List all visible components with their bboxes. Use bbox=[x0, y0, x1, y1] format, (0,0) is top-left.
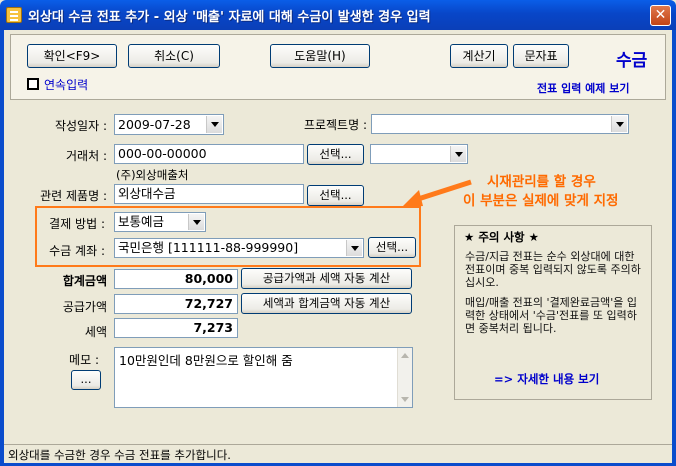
app-icon bbox=[6, 7, 22, 23]
date-value: 2009-07-28 bbox=[118, 117, 191, 132]
project-select[interactable] bbox=[371, 114, 629, 134]
date-dropdown-arrow-icon[interactable] bbox=[206, 116, 222, 133]
annotation-line-2: 이 부분은 실제에 맞게 지정 bbox=[463, 193, 619, 209]
client-extra-dropdown-arrow-icon[interactable] bbox=[450, 146, 466, 162]
account-label: 수금 계좌 : bbox=[49, 244, 105, 258]
product-select-button[interactable]: 선택... bbox=[307, 185, 364, 206]
client-label: 거래처 : bbox=[66, 149, 107, 163]
memo-textarea[interactable]: 10만원인데 8만원으로 할인해 줌 bbox=[114, 347, 413, 408]
notice-detail-link[interactable]: => 자세한 내용 보기 bbox=[494, 371, 599, 387]
notice-paragraph-1: 수금/지급 전표는 순수 외상대에 대한 전표이며 중복 입력되지 않도록 주의… bbox=[465, 250, 641, 289]
memo-label: 메모 : bbox=[69, 353, 99, 367]
continuous-input-label[interactable]: 연속입력 bbox=[44, 76, 88, 93]
cancel-button[interactable]: 취소(C) bbox=[128, 44, 220, 68]
client-select-button[interactable]: 선택... bbox=[307, 144, 364, 165]
date-label: 작성일자 : bbox=[54, 119, 107, 133]
total-auto-calc-button[interactable]: 공급가액과 세액 자동 계산 bbox=[241, 268, 412, 289]
scroll-down-arrow-icon[interactable] bbox=[401, 397, 409, 402]
close-button[interactable]: ✕ bbox=[650, 5, 671, 26]
account-select[interactable]: 국민은행 [111111-88-999990] bbox=[114, 238, 364, 258]
payment-method-dropdown-arrow-icon[interactable] bbox=[188, 214, 204, 230]
sms-button[interactable]: 문자표 bbox=[513, 44, 569, 68]
client-extra-select[interactable] bbox=[370, 144, 468, 164]
annotation-line-1: 시재관리를 할 경우 bbox=[487, 174, 596, 190]
project-label: 프로젝트명 : bbox=[303, 118, 367, 132]
client-name: (주)외상매출처 bbox=[116, 168, 189, 182]
scroll-up-arrow-icon[interactable] bbox=[401, 353, 409, 358]
date-picker[interactable]: 2009-07-28 bbox=[114, 114, 224, 135]
memo-value: 10만원인데 8만원으로 할인해 줌 bbox=[119, 353, 293, 368]
mode-title: 수금 bbox=[616, 51, 648, 71]
client-code-input[interactable]: 000-00-00000 bbox=[114, 144, 304, 164]
tax-input[interactable]: 7,273 bbox=[114, 318, 238, 338]
supply-auto-calc-button[interactable]: 세액과 합계금액 자동 계산 bbox=[241, 293, 412, 314]
tax-label: 세액 bbox=[84, 325, 107, 339]
confirm-button[interactable]: 확인<F9> bbox=[27, 44, 117, 68]
payment-method-label: 결제 방법 : bbox=[49, 217, 105, 231]
calculator-button[interactable]: 계산기 bbox=[450, 44, 508, 68]
help-button[interactable]: 도움말(H) bbox=[270, 44, 370, 68]
total-input[interactable]: 80,000 bbox=[114, 269, 238, 289]
status-bar-text: 외상대를 수금한 경우 수금 전표를 추가합니다. bbox=[8, 448, 231, 462]
payment-method-value: 보통예금 bbox=[118, 214, 165, 229]
total-label: 합계금액 bbox=[62, 274, 107, 288]
account-value: 국민은행 [111111-88-999990] bbox=[118, 240, 299, 255]
continuous-input-checkbox[interactable] bbox=[27, 78, 39, 90]
memo-scrollbar[interactable] bbox=[397, 348, 412, 407]
example-link[interactable]: 전표 입력 예제 보기 bbox=[537, 80, 629, 96]
product-label: 관련 제품명 : bbox=[40, 189, 107, 203]
supply-label: 공급가액 bbox=[62, 300, 107, 314]
account-dropdown-arrow-icon[interactable] bbox=[346, 240, 362, 256]
payment-method-select[interactable]: 보통예금 bbox=[114, 212, 206, 232]
status-bar-divider bbox=[4, 444, 672, 445]
title-bar: 외상대 수금 전표 추가 - 외상 '매출' 자료에 대해 수금이 발생한 경우… bbox=[0, 0, 676, 30]
project-dropdown-arrow-icon[interactable] bbox=[611, 116, 627, 132]
account-select-button[interactable]: 선택... bbox=[368, 237, 416, 258]
supply-input[interactable]: 72,727 bbox=[114, 294, 238, 314]
window-frame-right bbox=[672, 30, 676, 466]
notice-paragraph-2: 매입/매출 전표의 '결제완료금액'을 입력한 상태에서 '수금'전표를 또 입… bbox=[465, 296, 638, 335]
window-title: 외상대 수금 전표 추가 - 외상 '매출' 자료에 대해 수금이 발생한 경우… bbox=[28, 10, 431, 25]
memo-more-button[interactable]: ... bbox=[71, 370, 101, 390]
product-input[interactable]: 외상대수금 bbox=[114, 184, 304, 204]
notice-title: ★ 주의 사항 ★ bbox=[462, 229, 541, 245]
